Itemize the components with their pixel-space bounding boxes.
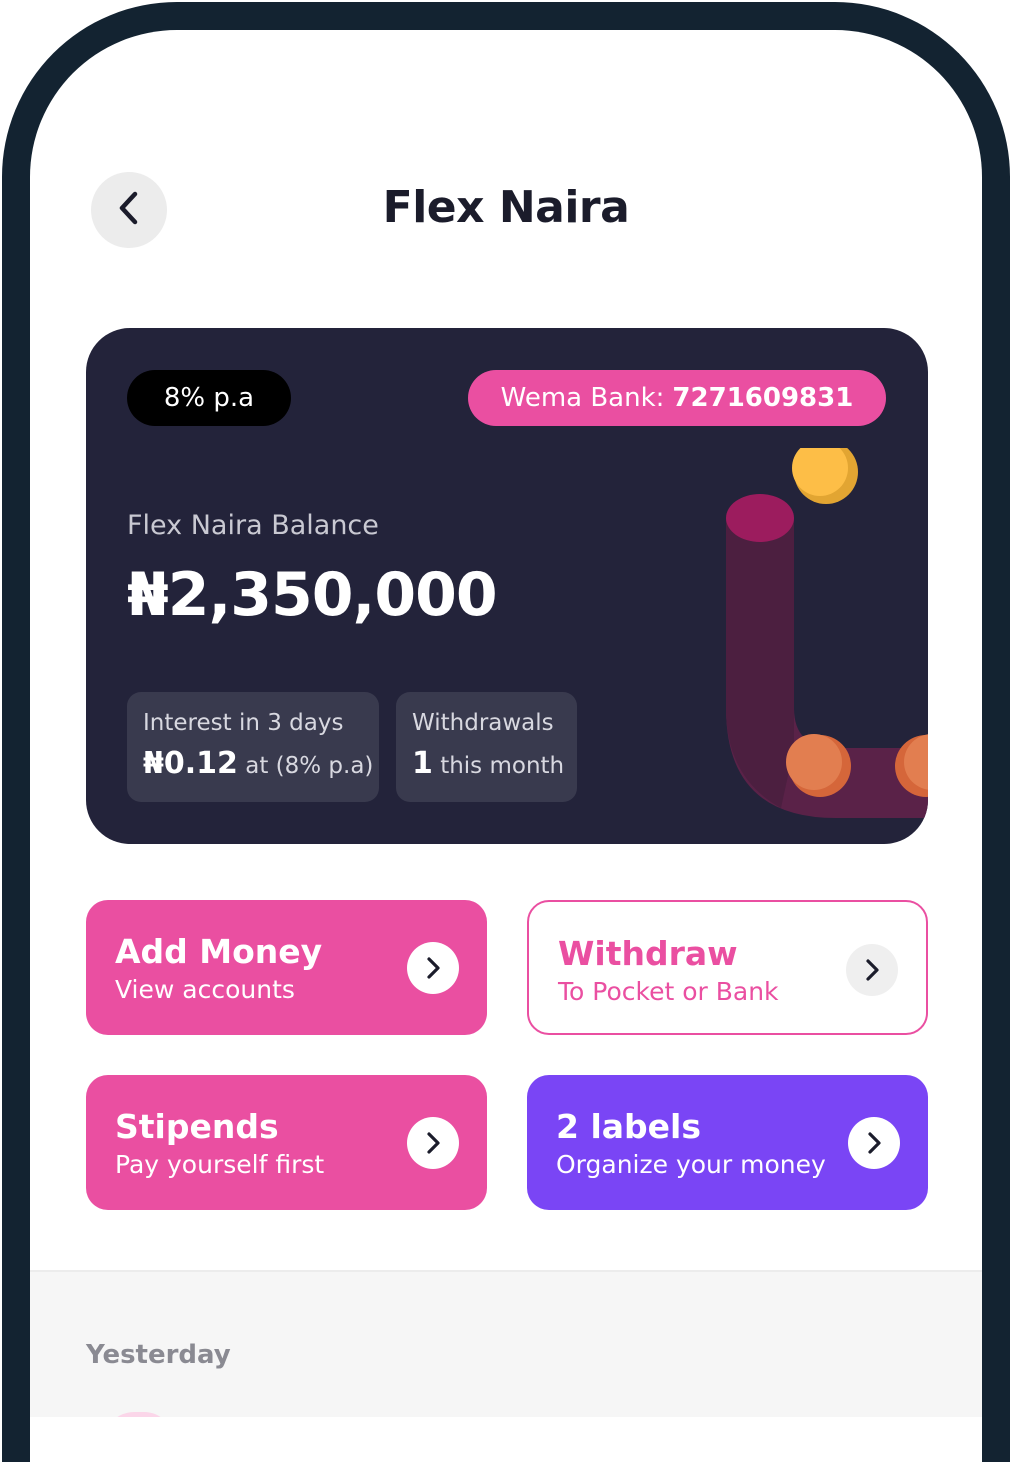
phone-bezel [2,2,1010,1462]
phone-frame: Flex Naira 8% p.a Wema Bank: 7271609831 … [0,0,1012,1462]
